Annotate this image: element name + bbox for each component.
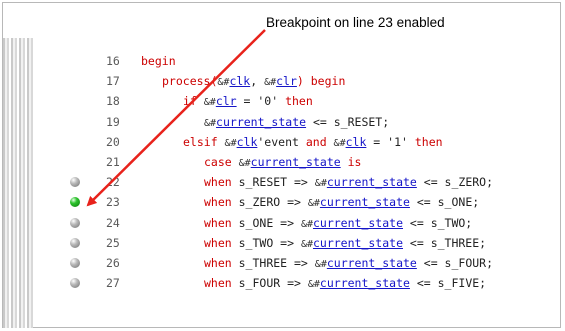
source-editor-pane: Breakpoint on line 23 enabled 16 begin 17 p…	[2, 2, 561, 328]
callout-arrow	[86, 29, 266, 207]
